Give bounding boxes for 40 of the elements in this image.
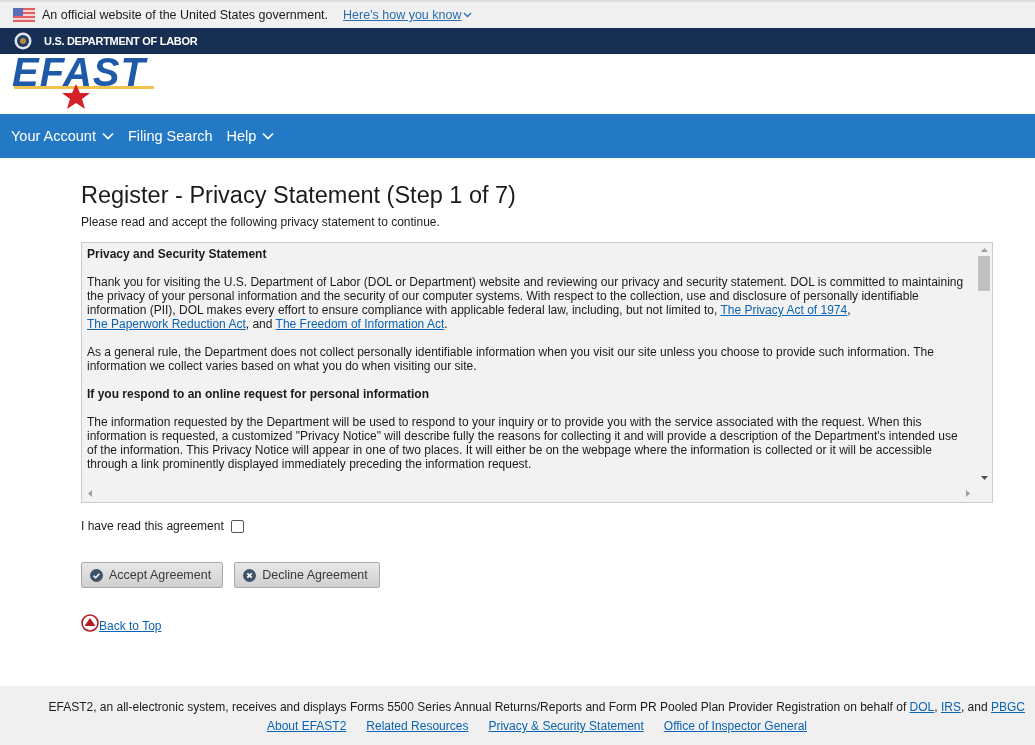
check-circle-icon xyxy=(90,568,103,582)
how-you-know-link[interactable]: Here's how you know xyxy=(343,8,473,22)
scroll-down-icon xyxy=(980,476,988,480)
footer-link[interactable]: Privacy & Security Statement xyxy=(488,719,644,733)
flag-icon xyxy=(13,8,35,22)
chevron-down-icon xyxy=(262,132,275,140)
link[interactable]: PBGC xyxy=(991,700,1025,714)
scrollbar-thumb[interactable] xyxy=(978,256,990,291)
paragraph: Thank you for visiting the U.S. Department of Labor (DOL or Department) website and reviewing our privacy and security statement. DOL is committed to maintaining the privacy of your personal information and the security of our computer systems. With respect to the collection, use and disclosure of personally identifiable information (PII), DOL makes every effort to ensure compliance with applicable federal law, including, but not limited to, The Privacy Act of 1974, The Paperwork Reduction Act, and The Freedom of Information Act. xyxy=(87,275,964,331)
footer-description: EFAST2, an all-electronic system, receives and displays Forms 5500 Series Annual Returns/Reports and Form PR Pooled Plan Provider Registration on behalf of DOL, IRS, and PBGC xyxy=(48,700,1025,714)
link[interactable]: The Paperwork Reduction Act xyxy=(87,317,246,331)
accept-button[interactable]: Accept Agreement xyxy=(81,562,224,588)
decline-button[interactable]: Decline Agreement xyxy=(234,562,380,588)
seal-icon xyxy=(14,32,32,50)
nav-item[interactable]: Help xyxy=(226,128,275,144)
scroll-left-icon xyxy=(88,490,92,497)
gov-banner-text: An official website of the United States government. xyxy=(42,8,329,22)
page-title: Register - Privacy Statement (Step 1 of 7) xyxy=(81,182,517,209)
footer-link[interactable]: About EFAST2 xyxy=(266,719,347,733)
paragraph: The information requested by the Department will be used to respond to your inquiry or to provide you with the service associated with the request. When this information is requested, a customized "Privacy Notice" will describe fully the reasons for collecting it and will provide a description of the Department's intended use of the information. This Privacy Notice will appear in one of two places. It will either be on the webpage where the information is collected or it will be accessible through a link prominently displayed immediately preceding the information request. xyxy=(87,415,959,471)
section-heading: Privacy and Security Statement xyxy=(87,247,268,261)
section-heading: If you respond to an online request for personal information xyxy=(87,387,431,401)
agreement-checkbox[interactable] xyxy=(230,519,244,533)
agency-name: U.S. DEPARTMENT OF LABOR xyxy=(44,35,198,47)
scroll-right-icon xyxy=(966,490,970,497)
chevron-down-icon xyxy=(101,132,114,140)
footer-link[interactable]: Office of Inspector General xyxy=(663,719,807,733)
link[interactable]: IRS xyxy=(940,700,961,714)
paragraph: As a general rule, the Department does not collect personally identifiable information when you visit our site unless you choose to provide such information. The information we collect varies based on what you do when visiting our site. xyxy=(87,345,935,373)
close-circle-icon xyxy=(243,568,257,582)
nav-item[interactable]: Your Account xyxy=(11,128,114,144)
efast-logo[interactable]: EFAST xyxy=(12,54,162,110)
scroll-up-icon xyxy=(980,248,988,252)
intro-text: Please read and accept the following privacy statement to continue. xyxy=(81,215,441,229)
back-to-top-link[interactable]: Back to Top xyxy=(99,619,162,633)
up-arrow-circle-icon xyxy=(81,614,99,632)
chevron-down-icon xyxy=(463,12,473,18)
agreement-label: I have read this agreement xyxy=(81,519,224,533)
nav-item[interactable]: Filing Search xyxy=(127,128,213,144)
footer-link[interactable]: Related Resources xyxy=(366,719,469,733)
